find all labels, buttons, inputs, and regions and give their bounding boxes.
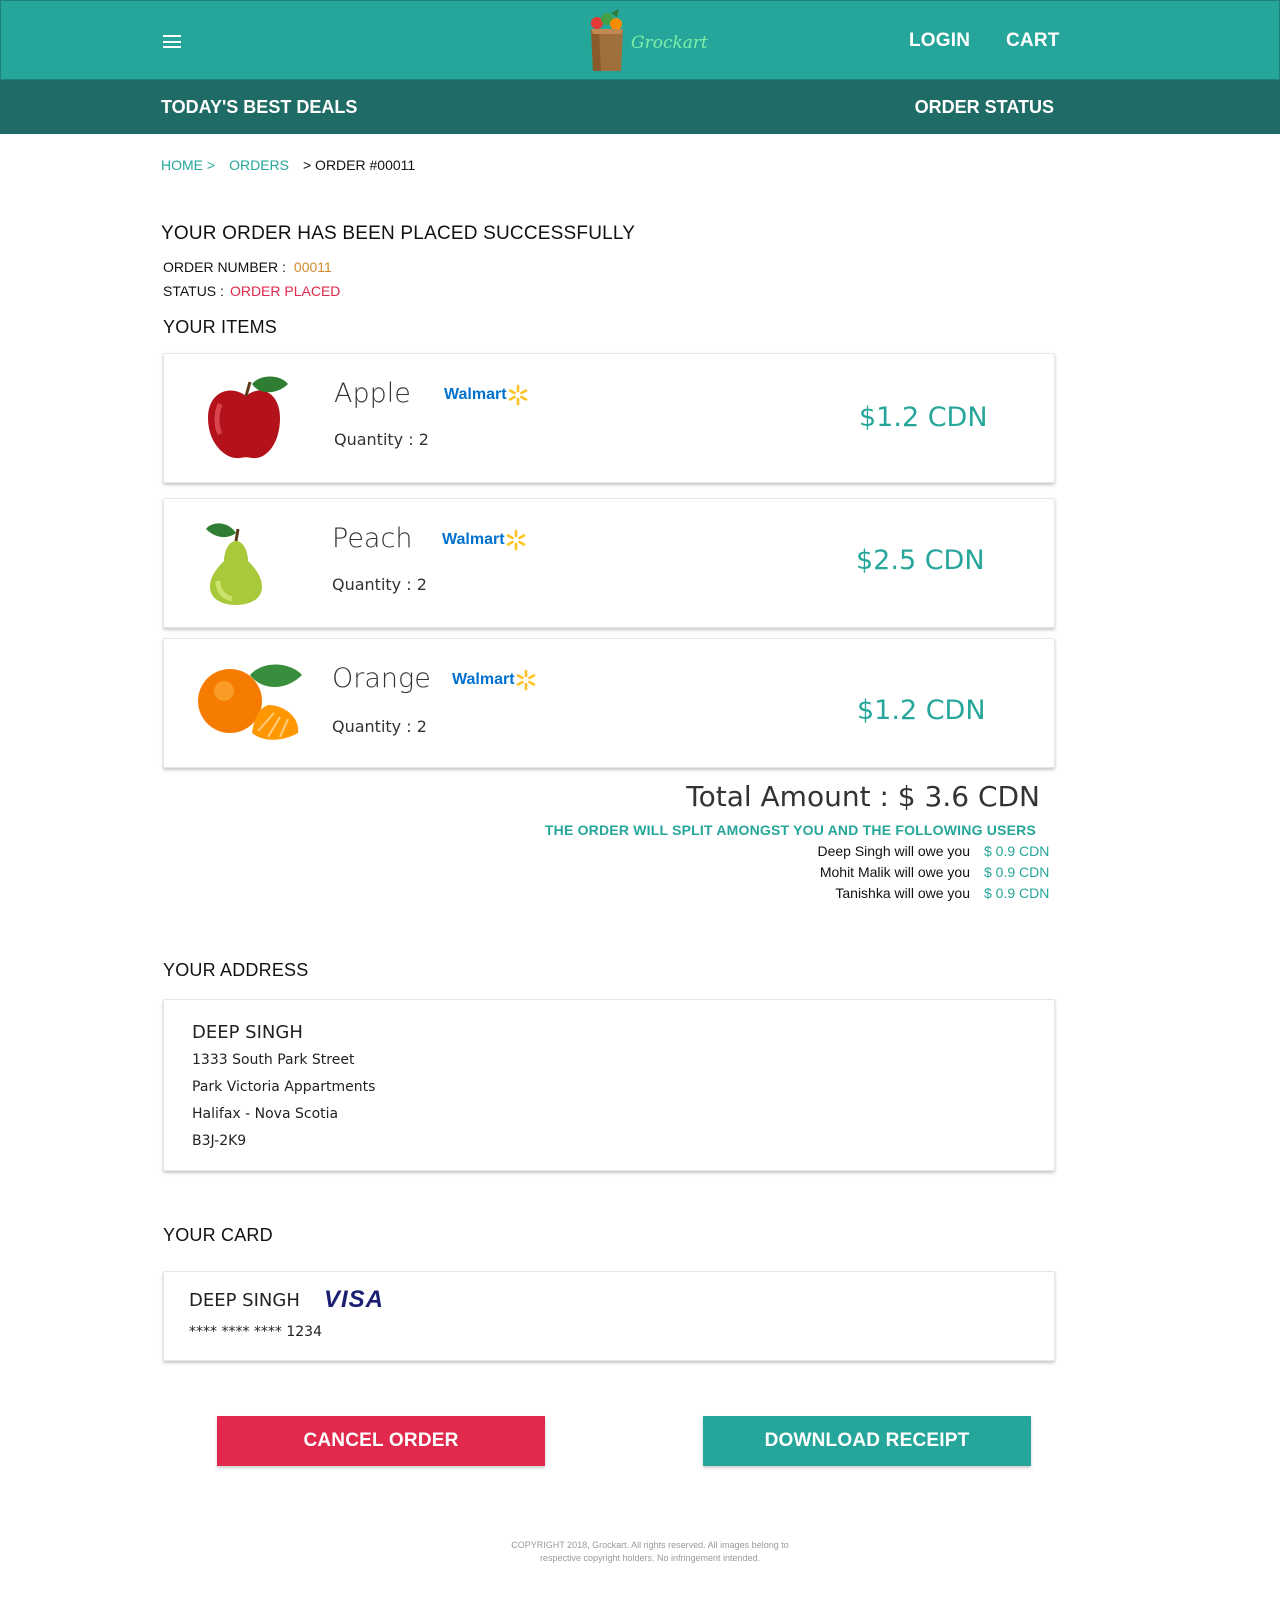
split-row-amount: $ 0.9 CDN	[984, 864, 1050, 880]
order-item-card: Apple Walmart Quantity : 2 $1.2 CDN	[163, 353, 1055, 483]
grockart-logo[interactable]: Grockart	[583, 9, 708, 75]
your-address-title: YOUR ADDRESS	[163, 960, 309, 980]
split-row: Mohit Malik will owe you $ 0.9 CDN	[820, 864, 1052, 880]
breadcrumb: HOME > ORDERS > ORDER #00011	[161, 157, 415, 173]
order-status-link[interactable]: ORDER STATUS	[915, 97, 1054, 118]
order-status-row: STATUS : ORDER PLACED	[163, 283, 340, 299]
order-success-title: YOUR ORDER HAS BEEN PLACED SUCCESSFULLY	[161, 223, 636, 244]
split-row-amount: $ 0.9 CDN	[984, 843, 1050, 859]
walmart-spark-icon	[516, 669, 535, 691]
order-item-card: Orange Walmart Quantity : 2 $1.2 CDN	[163, 638, 1055, 768]
visa-logo: VISA	[324, 1286, 385, 1313]
your-items-title: YOUR ITEMS	[163, 317, 278, 337]
todays-best-deals-link[interactable]: TODAY'S BEST DEALS	[161, 97, 357, 118]
item-name: Orange	[332, 663, 431, 694]
top-navbar: Grockart LOGIN CART	[0, 0, 1280, 80]
payment-card: DEEP SINGH VISA **** **** **** 1234	[163, 1271, 1055, 1361]
item-name: Apple	[334, 378, 411, 409]
item-quantity: Quantity : 2	[334, 430, 429, 449]
walmart-logo: Walmart	[444, 384, 529, 406]
pear-image	[206, 523, 262, 605]
walmart-spark-icon	[508, 384, 527, 406]
order-status-value: ORDER PLACED	[229, 283, 341, 299]
breadcrumb-current: > ORDER #00011	[302, 157, 416, 173]
item-quantity: Quantity : 2	[332, 575, 427, 594]
order-number-row: ORDER NUMBER : 00011	[163, 259, 332, 275]
breadcrumb-orders[interactable]: ORDERS	[229, 157, 289, 173]
split-row-text: Mohit Malik will owe you	[819, 864, 970, 880]
address-name: DEEP SINGH	[192, 1022, 303, 1043]
footer-copyright: COPYRIGHT 2018, Grockart. All rights res…	[490, 1539, 810, 1565]
card-number: **** **** **** 1234	[189, 1324, 322, 1340]
total-amount: Total Amount : $ 3.6 CDN	[686, 780, 1040, 813]
your-card-title: YOUR CARD	[163, 1225, 273, 1245]
hamburger-menu-icon[interactable]	[163, 35, 181, 48]
address-postal-code: B3J-2K9	[192, 1133, 247, 1149]
apple-image	[208, 376, 288, 459]
split-row-amount: $ 0.9 CDN	[984, 885, 1050, 901]
item-name: Peach	[332, 523, 413, 554]
cancel-order-button[interactable]: CANCEL ORDER	[217, 1416, 545, 1466]
walmart-logo: Walmart	[442, 529, 527, 551]
download-receipt-button[interactable]: DOWNLOAD RECEIPT	[703, 1416, 1031, 1466]
order-number-label: ORDER NUMBER :	[163, 259, 286, 275]
order-status-label: STATUS :	[163, 283, 224, 299]
item-quantity: Quantity : 2	[332, 717, 427, 736]
item-price: $1.2 CDN	[859, 402, 988, 433]
cart-link[interactable]: CART	[1006, 30, 1060, 52]
address-card: DEEP SINGH 1333 South Park Street Park V…	[163, 999, 1055, 1171]
order-item-card: Peach Walmart Quantity : 2 $2.5 CDN	[163, 498, 1055, 628]
walmart-spark-icon	[506, 529, 525, 551]
secondary-navbar: TODAY'S BEST DEALS ORDER STATUS	[0, 80, 1280, 134]
store-name: Walmart	[444, 386, 507, 403]
footer-line: COPYRIGHT 2018, Grockart. All rights res…	[511, 1540, 789, 1550]
card-holder-name: DEEP SINGH	[189, 1290, 300, 1311]
brand-name: Grockart	[631, 33, 708, 53]
item-price: $1.2 CDN	[857, 695, 986, 726]
address-line: Park Victoria Appartments	[192, 1079, 376, 1095]
walmart-logo: Walmart	[452, 669, 537, 691]
order-number-value: 00011	[293, 259, 332, 275]
store-name: Walmart	[442, 531, 505, 548]
address-line: 1333 South Park Street	[192, 1052, 355, 1068]
split-note: THE ORDER WILL SPLIT AMONGST YOU AND THE…	[544, 822, 1036, 838]
login-link[interactable]: LOGIN	[909, 30, 970, 52]
breadcrumb-home[interactable]: HOME >	[161, 157, 215, 173]
grocery-bag-icon	[591, 9, 623, 71]
item-price: $2.5 CDN	[856, 545, 985, 576]
address-line: Halifax - Nova Scotia	[192, 1106, 339, 1122]
split-row-text: Tanishka will owe you	[835, 885, 970, 901]
split-row: Tanishka will owe you $ 0.9 CDN	[835, 885, 1052, 901]
orange-image	[198, 664, 302, 740]
footer-line: respective copyright holders. No infring…	[539, 1553, 761, 1563]
split-row: Deep Singh will owe you $ 0.9 CDN	[817, 843, 1052, 859]
split-row-text: Deep Singh will owe you	[817, 843, 970, 859]
store-name: Walmart	[452, 671, 515, 688]
